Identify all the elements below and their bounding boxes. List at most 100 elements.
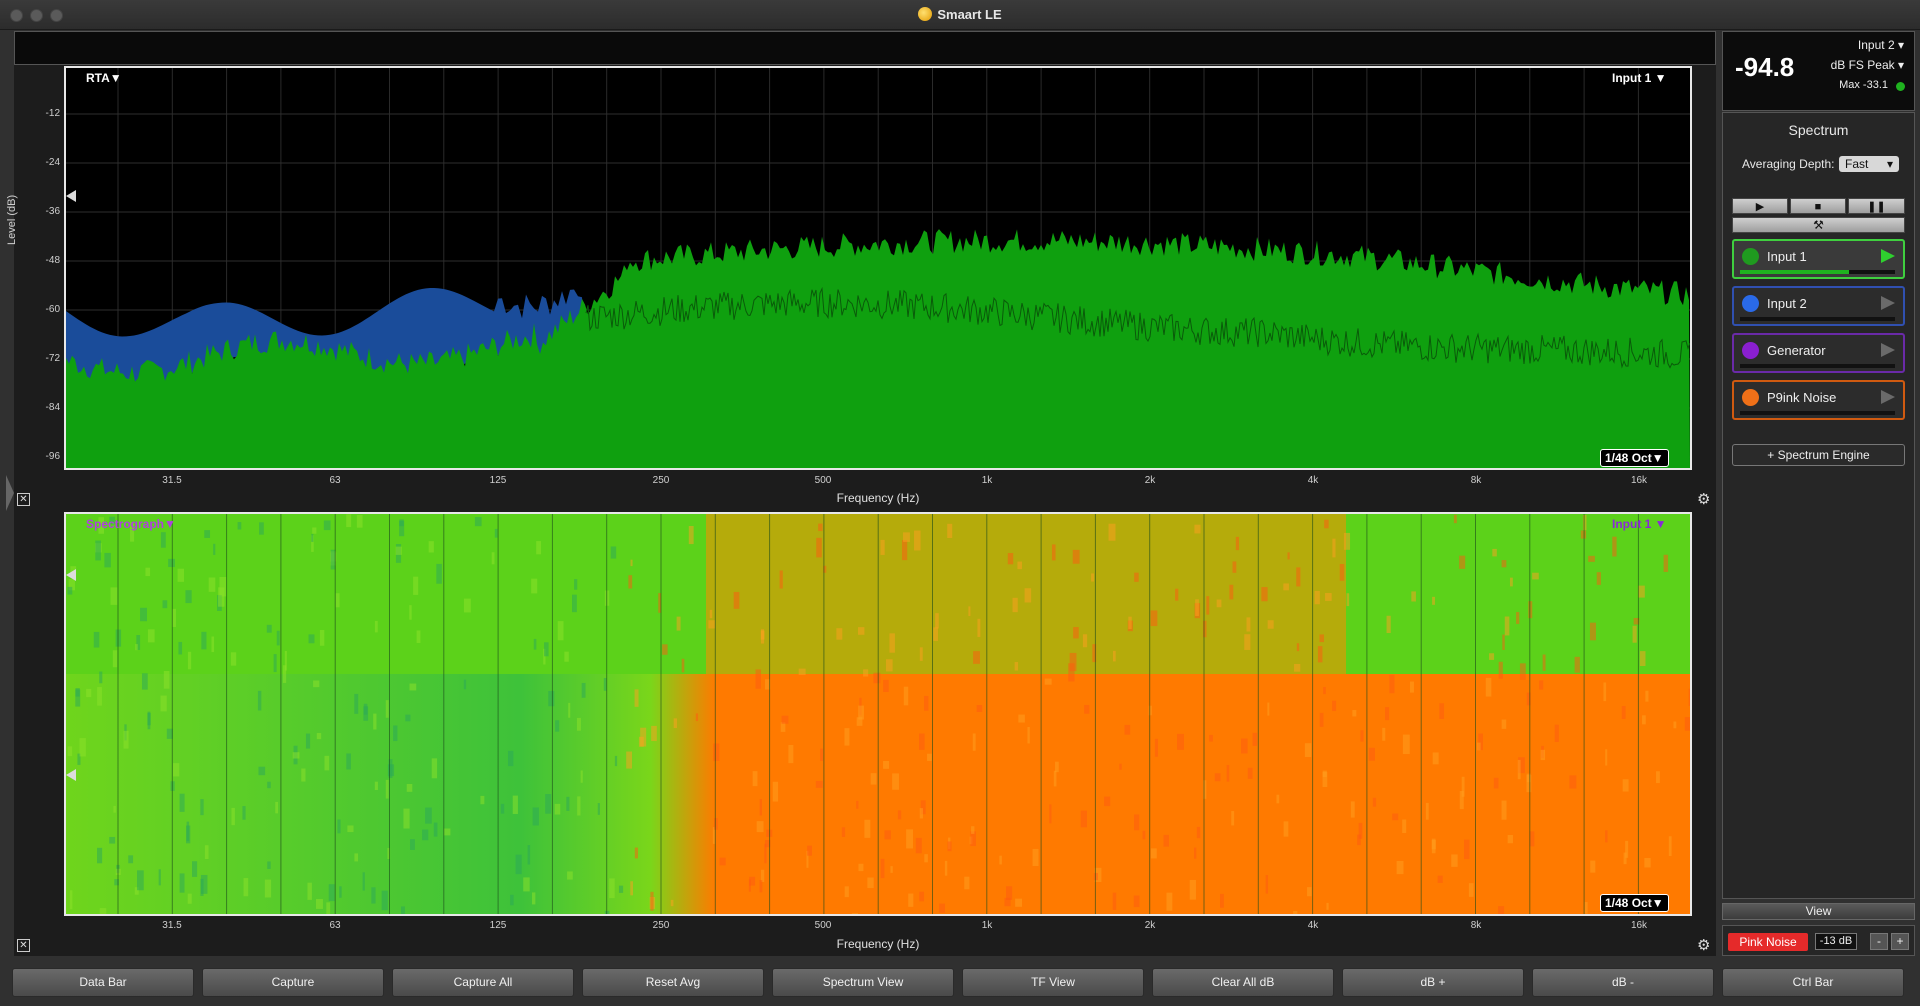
- engine-generator[interactable]: Generator: [1732, 333, 1905, 373]
- spectrograph-settings-gear-icon[interactable]: ⚙: [1697, 936, 1710, 954]
- generator-level-field[interactable]: -13 dB: [1815, 933, 1857, 950]
- rta-x-tick: 31.5: [162, 475, 182, 486]
- spectrograph-texture: [99, 908, 107, 914]
- generator-plus-button[interactable]: +: [1891, 933, 1909, 950]
- spectrograph-texture: [491, 552, 495, 565]
- spectrum-view-button[interactable]: Spectrum View: [772, 968, 954, 997]
- engine-play-icon[interactable]: [1881, 249, 1895, 263]
- spectrograph-texture: [335, 593, 340, 608]
- ctrl-bar-button[interactable]: Ctrl Bar: [1722, 968, 1904, 997]
- panel-collapse-arrow-icon[interactable]: [6, 475, 14, 511]
- pink-noise-button[interactable]: Pink Noise: [1728, 933, 1808, 951]
- rta-source-dropdown[interactable]: Input 1 ▼: [1612, 71, 1667, 85]
- spectrograph-texture: [1267, 702, 1270, 716]
- spectrograph-texture: [113, 805, 116, 813]
- data-bar-button[interactable]: Data Bar: [12, 968, 194, 997]
- rta-plot[interactable]: [64, 66, 1692, 470]
- db-button[interactable]: dB +: [1342, 968, 1524, 997]
- spectrograph-mode-dropdown[interactable]: Spectrograph▼: [86, 517, 176, 531]
- spectrograph-plot[interactable]: [64, 512, 1692, 916]
- spectrograph-texture: [1294, 663, 1301, 672]
- spectrograph-texture: [409, 605, 412, 620]
- rta-plot-canvas[interactable]: [66, 68, 1690, 468]
- spectrograph-texture: [1261, 587, 1268, 602]
- spectrograph-texture: [1461, 776, 1465, 797]
- engine-play-icon[interactable]: [1881, 343, 1895, 357]
- engine-play-icon[interactable]: [1881, 390, 1895, 404]
- spectrograph-texture: [1244, 634, 1251, 650]
- spectrograph-lower-marker[interactable]: [66, 769, 76, 781]
- tf-view-button[interactable]: TF View: [962, 968, 1144, 997]
- spectrograph-upper-marker[interactable]: [66, 569, 76, 581]
- spectrograph-texture: [1032, 848, 1039, 867]
- spectrograph-texture: [581, 682, 586, 698]
- rta-x-tick: 63: [329, 475, 341, 486]
- meter-status-led: [1896, 82, 1905, 91]
- spectrograph-texture: [1322, 770, 1327, 777]
- spectrograph-texture: [1516, 612, 1520, 624]
- stop-button[interactable]: ■: [1790, 198, 1846, 214]
- sidebar-title: Spectrum: [1788, 122, 1849, 138]
- spectrograph-texture: [844, 728, 850, 746]
- tools-button[interactable]: ⚒: [1732, 217, 1905, 233]
- spectrograph-texture: [1501, 560, 1507, 568]
- spectrograph-texture: [634, 847, 639, 859]
- spectrograph-texture: [1501, 719, 1507, 729]
- rta-mode-dropdown[interactable]: RTA▼: [86, 71, 122, 85]
- spectrograph-texture: [752, 771, 758, 787]
- spectrograph-texture: [630, 881, 634, 896]
- engine-input-2[interactable]: Input 2: [1732, 286, 1905, 326]
- spectrograph-texture: [873, 672, 881, 684]
- rta-resolution-dropdown[interactable]: 1/48 Oct▼: [1600, 449, 1669, 467]
- spectrograph-texture: [282, 665, 287, 683]
- reset-avg-button[interactable]: Reset Avg: [582, 968, 764, 997]
- capture-button[interactable]: Capture: [202, 968, 384, 997]
- spectrograph-texture: [1175, 588, 1179, 601]
- transport-controls: ▶ ■ ❚❚: [1732, 198, 1905, 214]
- spectrograph-texture: [185, 590, 192, 604]
- spectrograph-texture: [311, 533, 314, 542]
- spectrograph-texture: [356, 515, 363, 528]
- engine-play-icon[interactable]: [1881, 296, 1895, 310]
- spectrograph-texture: [759, 799, 763, 816]
- spectrograph-texture: [374, 781, 378, 791]
- spectrograph-texture: [713, 743, 720, 762]
- add-spectrum-engine-button[interactable]: + Spectrum Engine: [1732, 444, 1905, 466]
- rta-y-tick: -84: [45, 402, 60, 413]
- spectrograph-texture: [1532, 572, 1539, 580]
- capture-all-button[interactable]: Capture All: [392, 968, 574, 997]
- spectrograph-texture: [1459, 555, 1466, 569]
- spectrograph-texture: [1402, 819, 1407, 834]
- view-button[interactable]: View: [1722, 903, 1915, 920]
- spectrograph-texture: [1339, 564, 1345, 581]
- rta-settings-gear-icon[interactable]: ⚙: [1697, 490, 1710, 508]
- spectrograph-canvas[interactable]: [66, 514, 1690, 914]
- db-button[interactable]: dB -: [1532, 968, 1714, 997]
- spectrograph-texture: [603, 678, 607, 691]
- spectrograph-texture: [858, 627, 865, 635]
- spectrograph-texture: [1323, 686, 1326, 695]
- spectrograph-source-dropdown[interactable]: Input 1 ▼: [1612, 517, 1667, 531]
- rta-threshold-marker[interactable]: [66, 190, 76, 202]
- play-button[interactable]: ▶: [1732, 198, 1788, 214]
- meter-unit-dropdown[interactable]: dB FS Peak ▾: [1831, 58, 1904, 72]
- spectrograph-texture: [371, 887, 376, 904]
- spectrograph-texture: [548, 690, 555, 707]
- spectrograph-texture: [1580, 530, 1587, 539]
- averaging-depth-dropdown[interactable]: Fast ▾: [1839, 156, 1899, 172]
- close-spectrograph-icon[interactable]: ✕: [17, 939, 30, 952]
- spectrograph-texture: [276, 630, 280, 646]
- engine-p9ink-noise[interactable]: P9ink Noise: [1732, 380, 1905, 420]
- generator-minus-button[interactable]: -: [1870, 933, 1888, 950]
- spectrograph-texture: [1007, 553, 1014, 565]
- meter-input-dropdown[interactable]: Input 2 ▾: [1858, 38, 1904, 52]
- clear-all-db-button[interactable]: Clear All dB: [1152, 968, 1334, 997]
- spectrograph-texture: [507, 750, 514, 767]
- spectrograph-resolution-dropdown[interactable]: 1/48 Oct▼: [1600, 894, 1669, 912]
- pause-button[interactable]: ❚❚: [1848, 198, 1905, 214]
- spectrograph-texture: [1142, 830, 1146, 840]
- spectrograph-texture: [162, 600, 168, 609]
- engine-input-1[interactable]: Input 1: [1732, 239, 1905, 279]
- close-rta-plot-icon[interactable]: ✕: [17, 493, 30, 506]
- spectrograph-texture: [410, 839, 415, 850]
